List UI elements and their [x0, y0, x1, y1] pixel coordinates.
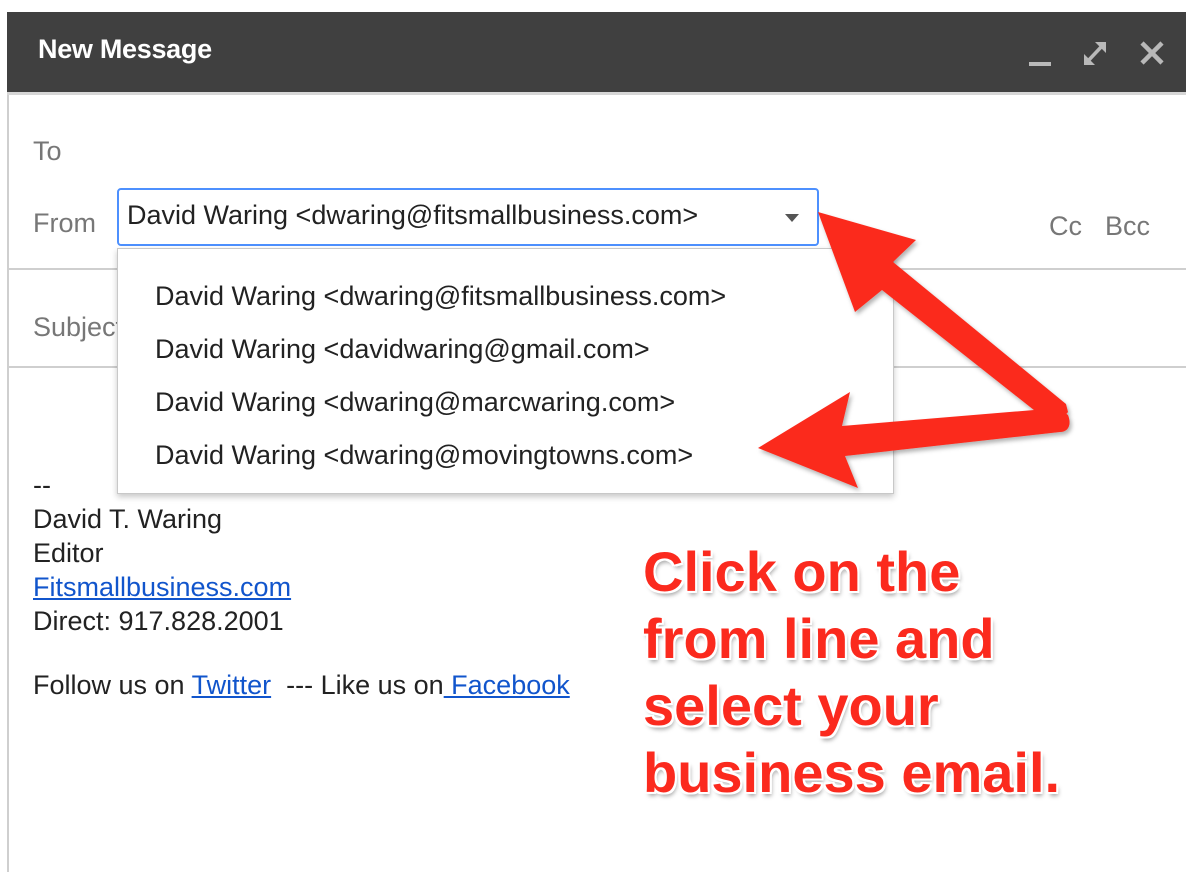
from-select[interactable]: David Waring <dwaring@fitsmallbusiness.c… [117, 188, 819, 246]
from-option[interactable]: David Waring <davidwaring@gmail.com> [118, 324, 893, 376]
close-icon [1140, 41, 1164, 65]
from-option[interactable]: David Waring <dwaring@marcwaring.com> [118, 377, 893, 429]
to-label: To [33, 136, 62, 166]
signature-role: Editor [33, 538, 104, 568]
minimize-button[interactable] [1023, 36, 1057, 70]
social-line: Follow us on Twitter --- Like us on Face… [33, 670, 570, 700]
full-screen-button[interactable] [1078, 36, 1112, 70]
close-button[interactable] [1135, 36, 1169, 70]
from-label: From [33, 208, 96, 238]
from-option[interactable]: David Waring <dwaring@fitsmallbusiness.c… [118, 271, 893, 323]
window-title: New Message [38, 34, 212, 64]
from-selected-value: David Waring <dwaring@fitsmallbusiness.c… [127, 200, 699, 230]
instruction-annotation: Click on the from line and select your b… [643, 540, 1061, 804]
from-dropdown-menu: David Waring <dwaring@fitsmallbusiness.c… [117, 248, 894, 494]
from-option-business[interactable]: David Waring <dwaring@movingtowns.com> [118, 430, 893, 482]
twitter-link[interactable]: Twitter [192, 670, 272, 700]
subject-label: Subject [33, 312, 124, 342]
website-link[interactable]: Fitsmallbusiness.com [33, 572, 291, 602]
title-bar[interactable]: New Message [7, 12, 1186, 95]
to-input[interactable] [89, 127, 1153, 179]
bcc-link[interactable]: Bcc [1105, 211, 1150, 242]
signature-name: David T. Waring [33, 504, 223, 534]
expand-icon [1084, 42, 1106, 65]
cc-link[interactable]: Cc [1049, 211, 1082, 242]
chevron-down-icon [785, 214, 799, 222]
facebook-link[interactable]: Facebook [444, 670, 570, 700]
signature-phone: Direct: 917.828.2001 [33, 606, 284, 636]
minimize-icon [1029, 62, 1051, 66]
